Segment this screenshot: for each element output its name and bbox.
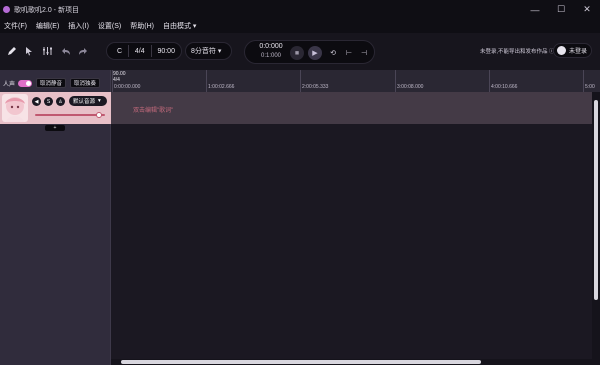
menu-help[interactable]: 帮助(H) <box>130 21 154 31</box>
vertical-scrollbar[interactable] <box>592 92 600 359</box>
ruler-tick <box>300 70 301 92</box>
login-notice: 未登录,不能导出和发布作品 ⓘ <box>480 49 555 55</box>
ruler-mark-5: 5:00 <box>585 84 595 90</box>
chevron-down-icon: ▾ <box>98 98 101 104</box>
pencil-icon[interactable] <box>6 45 18 57</box>
track-row[interactable]: ◀ S ♙ 默认音源 ▾ <box>0 92 111 124</box>
singer-avatar <box>2 94 28 122</box>
song-settings: C 4/4 90:00 <box>106 42 182 60</box>
add-track-button[interactable]: + <box>45 125 65 131</box>
ruler-meter: 4/4 <box>113 77 120 83</box>
key-field[interactable]: C <box>107 44 128 58</box>
horizontal-scrollbar[interactable] <box>111 359 600 365</box>
window-title: 歌叽歌叽2.0 - 新项目 <box>14 6 79 14</box>
unsolo-button[interactable]: 取消独奏 <box>70 78 101 88</box>
voice-label: 默认音源 <box>73 99 96 105</box>
person-icon[interactable]: ♙ <box>56 97 65 106</box>
maximize-button[interactable]: ☐ <box>548 0 574 19</box>
jump-end-icon[interactable]: ⊣ <box>357 46 371 60</box>
lyrics-hint: 双击编辑"歌词" <box>133 108 174 114</box>
voice-select[interactable]: 默认音源 ▾ <box>69 96 107 106</box>
ruler-mark-3: 3:00:08.000 <box>397 84 424 90</box>
ruler-tick <box>206 70 207 92</box>
ruler-tick <box>583 70 584 92</box>
track-label: 人声 <box>3 81 16 88</box>
redo-icon[interactable] <box>77 45 89 57</box>
mixer-icon[interactable] <box>41 45 53 57</box>
timeline-ruler[interactable]: 90.00 4/4 0:00:00.000 1:00:02.666 2:00:0… <box>111 70 600 92</box>
note-length-value: 8分音符 ▾ <box>191 48 222 55</box>
minimize-button[interactable]: — <box>522 0 548 19</box>
play-icon[interactable]: ▶ <box>308 46 322 60</box>
track-lane[interactable]: 双击编辑"歌词" <box>111 92 592 124</box>
horizontal-scrollbar-thumb[interactable] <box>121 360 481 364</box>
close-button[interactable]: ✕ <box>574 0 600 19</box>
menu-edit[interactable]: 编辑(E) <box>36 21 59 31</box>
menu-file[interactable]: 文件(F) <box>4 21 27 31</box>
ruler-tick <box>112 70 113 92</box>
menu-settings[interactable]: 设置(S) <box>98 21 121 31</box>
volume-slider-knob[interactable] <box>96 112 102 118</box>
note-length-select[interactable]: 8分音符 ▾ <box>185 42 232 60</box>
time-main: 0:0:000 <box>259 43 283 50</box>
ruler-mark-1: 1:00:02.666 <box>208 84 235 90</box>
piano-roll-editor[interactable] <box>111 124 592 359</box>
track-header: 人声 取消静音 取消独奏 <box>0 76 111 90</box>
title-bar: 歌叽歌叽2.0 - 新项目 — ☐ ✕ <box>0 0 600 19</box>
volume-icon[interactable]: ◀ <box>32 97 41 106</box>
app-icon <box>3 6 10 13</box>
ruler-mark-4: 4:00:10.666 <box>491 84 518 90</box>
transport-controls: 0:0:000 0:1:000 ■ ▶ ⟲ ⊢ ⊣ <box>244 40 375 64</box>
time-sub: 0:1:000 <box>260 53 282 59</box>
avatar-icon <box>557 46 566 55</box>
unmute-button[interactable]: 取消静音 <box>36 78 67 88</box>
pointer-icon[interactable] <box>23 45 35 57</box>
ruler-mark-0: 0:00:00.000 <box>114 84 141 90</box>
tempo-field[interactable]: 90:00 <box>151 44 181 58</box>
login-button[interactable]: 未登录 <box>553 43 592 58</box>
jump-start-icon[interactable]: ⊢ <box>342 46 356 60</box>
ruler-tick <box>395 70 396 92</box>
ruler-mark-2: 2:00:05.333 <box>302 84 329 90</box>
meter-field[interactable]: 4/4 <box>129 44 151 58</box>
undo-icon[interactable] <box>60 45 72 57</box>
stop-icon[interactable]: ■ <box>290 46 304 60</box>
window-controls: — ☐ ✕ <box>522 0 600 19</box>
track-panel: 人声 取消静音 取消独奏 ◀ S ♙ 默认音源 ▾ + <box>0 70 111 365</box>
volume-slider[interactable] <box>35 112 105 118</box>
menu-insert[interactable]: 插入(I) <box>68 21 89 31</box>
menu-bar: 文件(F) 编辑(E) 插入(I) 设置(S) 帮助(H) 自由模式 ▾ <box>0 19 600 33</box>
track-toggle[interactable] <box>18 79 33 87</box>
solo-icon[interactable]: S <box>44 97 53 106</box>
loop-icon[interactable]: ⟲ <box>326 46 340 60</box>
ruler-tick <box>489 70 490 92</box>
login-label: 未登录 <box>569 49 588 55</box>
menu-mode[interactable]: 自由模式 ▾ <box>163 21 196 31</box>
vertical-scrollbar-thumb[interactable] <box>594 100 598 300</box>
